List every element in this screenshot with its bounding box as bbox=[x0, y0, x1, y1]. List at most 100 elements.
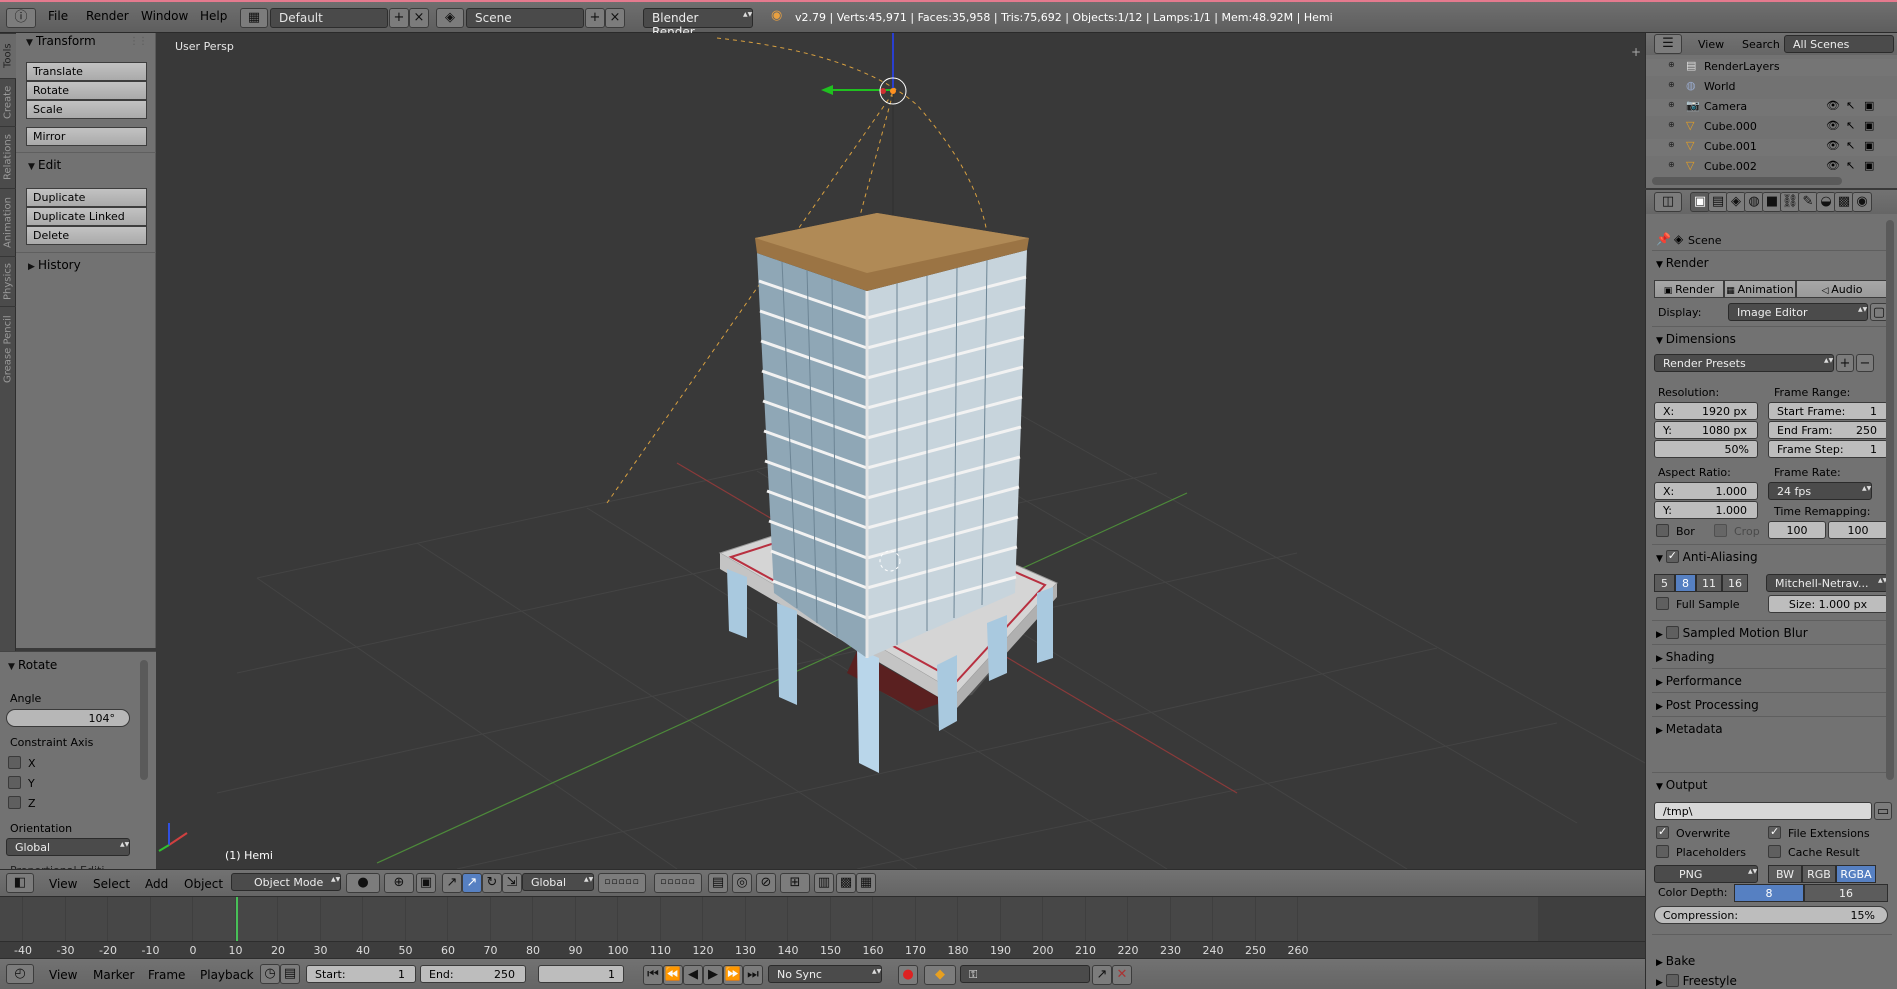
snap-toggle-icon[interactable]: ⊘ bbox=[756, 873, 776, 893]
render-engine-dropdown[interactable]: Blender Render bbox=[643, 8, 753, 39]
end-frame-prop-field[interactable]: End Fram: 250 bbox=[1768, 421, 1888, 439]
remove-layout-icon[interactable]: × bbox=[409, 8, 429, 28]
collapsed-panel-header[interactable]: ▶ Sampled Motion Blur bbox=[1656, 626, 1808, 640]
properties-toggle-icon[interactable]: + bbox=[1631, 45, 1641, 59]
resolution-x-field[interactable]: X: 1920 px bbox=[1654, 402, 1758, 420]
scene-name-field[interactable]: Scene bbox=[466, 8, 584, 28]
scene-layers-icon[interactable]: ▫▫▫▫▫ bbox=[598, 873, 646, 893]
outliner-row[interactable]: ⊕ ▤ RenderLayers bbox=[1646, 59, 1897, 76]
visibility-eye-icon[interactable]: 👁 bbox=[1826, 159, 1840, 172]
overwrite-checkbox[interactable] bbox=[1656, 825, 1669, 839]
visibility-eye-icon[interactable]: 👁 bbox=[1826, 99, 1840, 112]
aa-samples-5[interactable]: 5 bbox=[1654, 574, 1675, 592]
aspect-y-field[interactable]: Y: 1.000 bbox=[1654, 501, 1758, 519]
scene-context-icon[interactable]: ◈ bbox=[1726, 192, 1746, 212]
view-menu[interactable]: View bbox=[49, 877, 77, 891]
editor-type-icon[interactable]: ◴ bbox=[6, 964, 34, 984]
scale-manipulator-icon[interactable]: ⇲ bbox=[502, 873, 522, 893]
render-button[interactable]: ▣ Render bbox=[1654, 280, 1724, 298]
expand-icon[interactable]: ⊕ bbox=[1668, 100, 1675, 109]
current-frame-field[interactable]: 1 bbox=[538, 965, 624, 983]
timeline-view-menu[interactable]: View bbox=[49, 968, 77, 982]
mode-dropdown[interactable]: Object Mode bbox=[231, 873, 341, 891]
angle-field[interactable]: 104° bbox=[6, 709, 130, 727]
info-editor-type-icon[interactable]: ⓘ bbox=[6, 8, 36, 28]
frame-step-field[interactable]: Frame Step: 1 bbox=[1768, 440, 1888, 458]
collapsed-panel-header[interactable]: ▶ Post Processing bbox=[1656, 698, 1759, 712]
renderable-camera-icon[interactable]: ▣ bbox=[1864, 159, 1874, 172]
file-format-dropdown[interactable]: PNG bbox=[1654, 865, 1758, 883]
operator-scrollbar[interactable] bbox=[140, 660, 148, 780]
constraint-x-checkbox[interactable] bbox=[8, 756, 21, 769]
color-mode-rgba[interactable]: RGBA bbox=[1836, 865, 1876, 883]
edit-panel-header[interactable]: ▼ Edit bbox=[28, 158, 61, 172]
editor-type-icon[interactable]: ☰ bbox=[1654, 34, 1682, 54]
outliner-row[interactable]: ⊕ ▽ Cube.002 👁 ↖ ▣ bbox=[1646, 159, 1897, 176]
resolution-percent-field[interactable]: 50% bbox=[1654, 440, 1758, 458]
panel-grip-icon[interactable]: ⋮⋮ bbox=[129, 36, 148, 47]
scale-button[interactable]: Scale bbox=[26, 100, 147, 119]
constraints-context-icon[interactable]: ⛓ bbox=[1780, 192, 1800, 212]
modifiers-context-icon[interactable]: ✎ bbox=[1798, 192, 1818, 212]
visibility-eye-icon[interactable]: 👁 bbox=[1826, 139, 1840, 152]
renderable-camera-icon[interactable]: ▣ bbox=[1864, 139, 1874, 152]
orientation-dropdown[interactable]: Global bbox=[6, 838, 130, 856]
rotate-op-header[interactable]: ▼ Rotate bbox=[8, 658, 57, 672]
properties-scrollbar[interactable] bbox=[1886, 220, 1894, 780]
audio-button[interactable]: ◁ Audio bbox=[1796, 280, 1888, 298]
mirror-button[interactable]: Mirror bbox=[26, 127, 147, 146]
full-sample-checkbox[interactable] bbox=[1656, 597, 1669, 610]
jump-keyframe-forward-icon[interactable]: ⏩ bbox=[723, 965, 743, 985]
translate-manipulator-icon[interactable]: ↗ bbox=[462, 873, 482, 893]
outliner-scrollbar[interactable] bbox=[1652, 177, 1842, 185]
remap-new-field[interactable]: 100 bbox=[1828, 521, 1888, 539]
freestyle-panel-header[interactable]: ▶ Freestyle bbox=[1656, 974, 1737, 988]
occlude-geometry-icon[interactable]: ▣ bbox=[416, 873, 436, 893]
aa-samples-11[interactable]: 11 bbox=[1696, 574, 1722, 592]
jump-start-icon[interactable]: ⏮ bbox=[643, 965, 663, 985]
lock-range-icon[interactable]: ▤ bbox=[280, 964, 300, 984]
current-frame-indicator[interactable] bbox=[236, 897, 238, 941]
duplicate-button[interactable]: Duplicate bbox=[26, 188, 147, 207]
bake-panel-header[interactable]: ▶ Bake bbox=[1656, 954, 1695, 968]
visibility-eye-icon[interactable]: 👁 bbox=[1826, 119, 1840, 132]
menu-file[interactable]: File bbox=[48, 9, 68, 23]
color-mode-bw[interactable]: BW bbox=[1768, 865, 1802, 883]
world-context-icon[interactable]: ◍ bbox=[1744, 192, 1764, 212]
file-extensions-checkbox[interactable] bbox=[1768, 825, 1781, 839]
outliner-row[interactable]: ⊕ ▽ Cube.001 👁 ↖ ▣ bbox=[1646, 139, 1897, 156]
tab-physics[interactable]: Physics bbox=[0, 256, 16, 306]
menu-render[interactable]: Render bbox=[86, 9, 129, 23]
expand-icon[interactable]: ⊕ bbox=[1668, 60, 1675, 69]
aa-size-field[interactable]: Size: 1.000 px bbox=[1768, 595, 1888, 613]
remove-preset-icon[interactable]: − bbox=[1856, 354, 1874, 372]
tab-grease-pencil[interactable]: Grease Pencil bbox=[0, 306, 16, 391]
camera-render-icon[interactable]: ▩ bbox=[836, 873, 856, 893]
add-menu[interactable]: Add bbox=[145, 877, 168, 891]
play-icon[interactable]: ▶ bbox=[703, 965, 723, 985]
aa-filter-dropdown[interactable]: Mitchell-Netrav... bbox=[1766, 574, 1888, 592]
anti-aliasing-checkbox[interactable] bbox=[1665, 549, 1679, 563]
select-menu[interactable]: Select bbox=[93, 877, 130, 891]
menu-window[interactable]: Window bbox=[141, 9, 188, 23]
file-browser-icon[interactable]: ▭ bbox=[1874, 802, 1892, 820]
outliner-search-menu[interactable]: Search bbox=[1742, 38, 1780, 51]
menu-help[interactable]: Help bbox=[200, 9, 227, 23]
selectable-arrow-icon[interactable]: ↖ bbox=[1846, 99, 1855, 112]
active-keying-set-field[interactable]: ⚿ bbox=[960, 965, 1090, 983]
pin-icon[interactable]: 📌 bbox=[1656, 232, 1671, 246]
editor-type-icon[interactable]: ◧ bbox=[6, 873, 34, 893]
translate-button[interactable]: Translate bbox=[26, 62, 147, 81]
layout-picker-icon[interactable]: ▦ bbox=[240, 8, 268, 28]
aa-samples-16[interactable]: 16 bbox=[1722, 574, 1748, 592]
border-checkbox[interactable] bbox=[1656, 524, 1669, 537]
constraint-z-checkbox[interactable] bbox=[8, 796, 21, 809]
tab-animation[interactable]: Animation bbox=[0, 188, 16, 256]
tab-relations[interactable]: Relations bbox=[0, 126, 16, 188]
layout-name-field[interactable]: Default bbox=[270, 8, 388, 28]
scene-layers-icon[interactable]: ▫▫▫▫▫ bbox=[654, 873, 702, 893]
object-menu[interactable]: Object bbox=[184, 877, 223, 891]
delete-keyframe-icon[interactable]: ✕ bbox=[1112, 965, 1132, 985]
collapsed-panel-header[interactable]: ▶ Metadata bbox=[1656, 722, 1723, 736]
expand-icon[interactable]: ⊕ bbox=[1668, 80, 1675, 89]
